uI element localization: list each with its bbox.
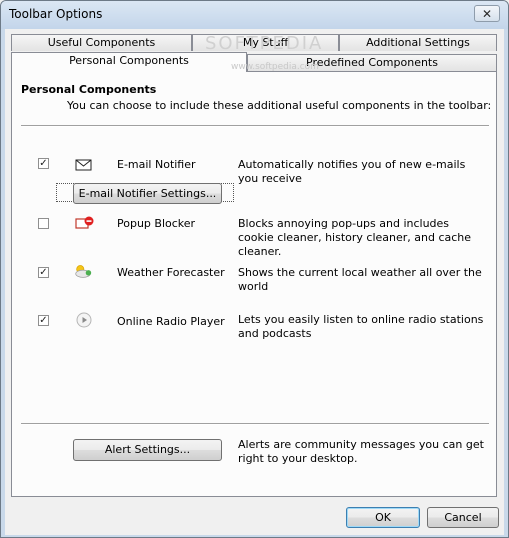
ok-button[interactable]: OK [346,507,420,528]
tab-label: Additional Settings [366,36,470,49]
toolbar-options-window: Toolbar Options ✕ Useful Components My S… [0,0,509,538]
tab-label: Predefined Components [306,56,438,69]
cancel-button[interactable]: Cancel [427,507,499,528]
tab-personal-components[interactable]: Personal Components [11,52,247,72]
title-bar: Toolbar Options ✕ [1,1,508,29]
tab-label: My Stuff [242,36,289,49]
tab-label: Useful Components [47,36,156,49]
email-notifier-checkbox[interactable]: ✓ [38,158,49,169]
panel-title: Personal Components [21,83,157,96]
alert-settings-button[interactable]: Alert Settings... [73,439,222,461]
check-mark-icon: ✓ [39,267,48,278]
window-title: Toolbar Options [9,7,103,21]
check-mark-icon: ✓ [39,158,48,169]
weather-forecaster-label[interactable]: Weather Forecaster [117,266,225,279]
tab-additional-settings[interactable]: Additional Settings [339,34,497,51]
tab-my-stuff[interactable]: My Stuff [192,34,339,51]
weather-forecaster-checkbox[interactable]: ✓ [38,267,49,278]
separator [21,423,489,425]
email-notifier-settings-button[interactable]: E-mail Notifier Settings... [73,183,222,204]
email-notifier-label[interactable]: E-mail Notifier [117,158,196,171]
dialog-client-area: Useful Components My Stuff Additional Se… [5,29,504,535]
email-notifier-description: Automatically notifies you of new e-mail… [238,158,466,185]
popup-blocker-checkbox[interactable] [38,218,49,229]
panel-description: You can choose to include these addition… [67,99,492,112]
online-radio-player-description: Lets you easily listen to online radio s… [238,313,484,340]
close-icon: ✕ [481,6,493,21]
close-button[interactable]: ✕ [474,5,500,22]
popup-blocker-icon [75,216,94,229]
separator [21,125,489,127]
alert-description: Alerts are community messages you can ge… [238,438,484,465]
play-icon [76,312,92,328]
weather-icon [75,265,92,278]
tab-label: Personal Components [69,54,189,67]
popup-blocker-description: Blocks annoying pop-ups and includes coo… [238,217,472,258]
envelope-icon [75,159,92,171]
weather-forecaster-description: Shows the current local weather all over… [238,266,482,293]
online-radio-player-label[interactable]: Online Radio Player [117,315,225,328]
check-mark-icon: ✓ [39,315,48,326]
tab-predefined-components[interactable]: Predefined Components [247,54,497,71]
tab-useful-components[interactable]: Useful Components [11,34,192,51]
online-radio-player-checkbox[interactable]: ✓ [38,315,49,326]
personal-components-panel: Personal Components You can choose to in… [11,71,497,497]
popup-blocker-label[interactable]: Popup Blocker [117,217,195,230]
